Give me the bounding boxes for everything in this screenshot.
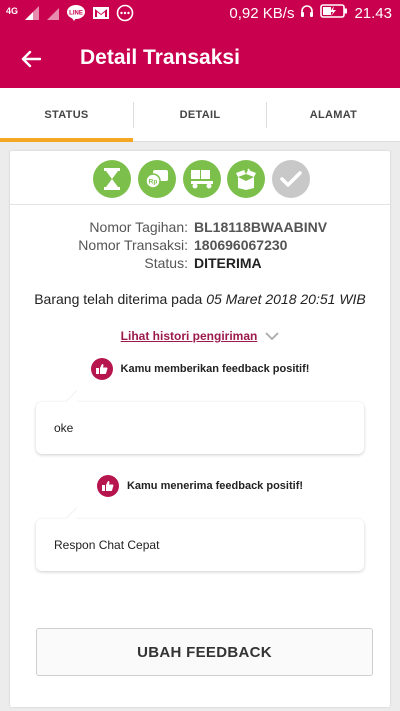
payment-rp-icon: Rp bbox=[145, 170, 168, 189]
headphones-icon bbox=[300, 4, 314, 22]
status-bar: 4G LINE 0,92 KB/s 21.43 bbox=[0, 0, 400, 28]
feedback-given-message: oke bbox=[54, 421, 74, 435]
network-type: 4G bbox=[6, 6, 19, 16]
line-app-icon: LINE bbox=[66, 4, 86, 27]
step-waiting bbox=[93, 160, 131, 198]
bill-number-value: BL18118BWAABINV bbox=[194, 219, 328, 235]
gmail-icon bbox=[92, 5, 110, 26]
clock: 21.43 bbox=[354, 4, 392, 22]
battery-charging-icon bbox=[320, 4, 348, 22]
tab-detail[interactable]: DETAIL bbox=[134, 88, 266, 142]
received-prefix: Barang telah diterima pada bbox=[34, 291, 207, 307]
back-button[interactable] bbox=[16, 44, 46, 74]
step-received bbox=[227, 160, 265, 198]
status-bar-system: 0,92 KB/s 21.43 bbox=[229, 4, 392, 22]
status-value: DITERIMA bbox=[194, 255, 262, 271]
chat-bubble-icon bbox=[116, 4, 134, 27]
check-icon bbox=[280, 171, 302, 187]
transaction-status-card: Rp Nomor Tagihan: BL18118BWAABINV Nomor … bbox=[10, 151, 390, 707]
shipping-history-link[interactable]: Lihat histori pengiriman bbox=[121, 329, 258, 343]
signal-icon-2 bbox=[46, 5, 60, 26]
progress-steps: Rp bbox=[10, 151, 390, 205]
change-feedback-button[interactable]: UBAH FEEDBACK bbox=[36, 628, 373, 676]
received-date: 05 Maret 2018 20:51 WIB bbox=[206, 291, 366, 307]
received-message: Barang telah diterima pada 05 Maret 2018… bbox=[10, 291, 390, 307]
feedback-received-heading: Kamu menerima feedback positif! bbox=[10, 475, 390, 497]
feedback-given-heading: Kamu memberikan feedback positif! bbox=[10, 358, 390, 380]
svg-text:Rp: Rp bbox=[149, 179, 158, 186]
feedback-received-bubble: Respon Chat Cepat bbox=[36, 519, 364, 571]
arrow-left-icon bbox=[21, 50, 41, 68]
active-tab-indicator bbox=[0, 138, 133, 142]
shipping-truck-icon bbox=[191, 170, 213, 189]
package-received-icon bbox=[236, 168, 256, 190]
status-bar-notifications: 4G LINE bbox=[6, 4, 134, 27]
bill-number-label: Nomor Tagihan: bbox=[89, 219, 188, 235]
tab-bar: STATUS DETAIL ALAMAT bbox=[0, 88, 400, 142]
network-speed: 0,92 KB/s bbox=[229, 4, 295, 22]
tab-status[interactable]: STATUS bbox=[0, 88, 133, 142]
thumbs-up-icon bbox=[96, 475, 119, 497]
step-shipping bbox=[183, 160, 221, 198]
transaction-number-label: Nomor Transaksi: bbox=[78, 237, 188, 253]
feedback-received-text: Kamu menerima feedback positif! bbox=[126, 480, 304, 492]
status-label: Status: bbox=[144, 255, 188, 271]
hourglass-icon bbox=[104, 168, 120, 190]
page-title: Detail Transaksi bbox=[80, 46, 240, 69]
chevron-down-icon bbox=[265, 331, 279, 340]
app-bar: Detail Transaksi bbox=[0, 28, 400, 88]
feedback-given-bubble: oke bbox=[36, 402, 364, 454]
feedback-received-message: Respon Chat Cepat bbox=[54, 538, 160, 552]
feedback-given-text: Kamu memberikan feedback positif! bbox=[120, 363, 310, 375]
step-completed bbox=[272, 160, 310, 198]
svg-text:LINE: LINE bbox=[69, 11, 83, 17]
signal-icon bbox=[24, 5, 40, 26]
tab-alamat[interactable]: ALAMAT bbox=[267, 88, 400, 142]
transaction-number-value: 180696067230 bbox=[194, 237, 288, 253]
thumbs-up-icon bbox=[90, 358, 113, 380]
step-payment: Rp bbox=[138, 160, 176, 198]
history-toggle[interactable]: Lihat histori pengiriman bbox=[10, 329, 390, 343]
